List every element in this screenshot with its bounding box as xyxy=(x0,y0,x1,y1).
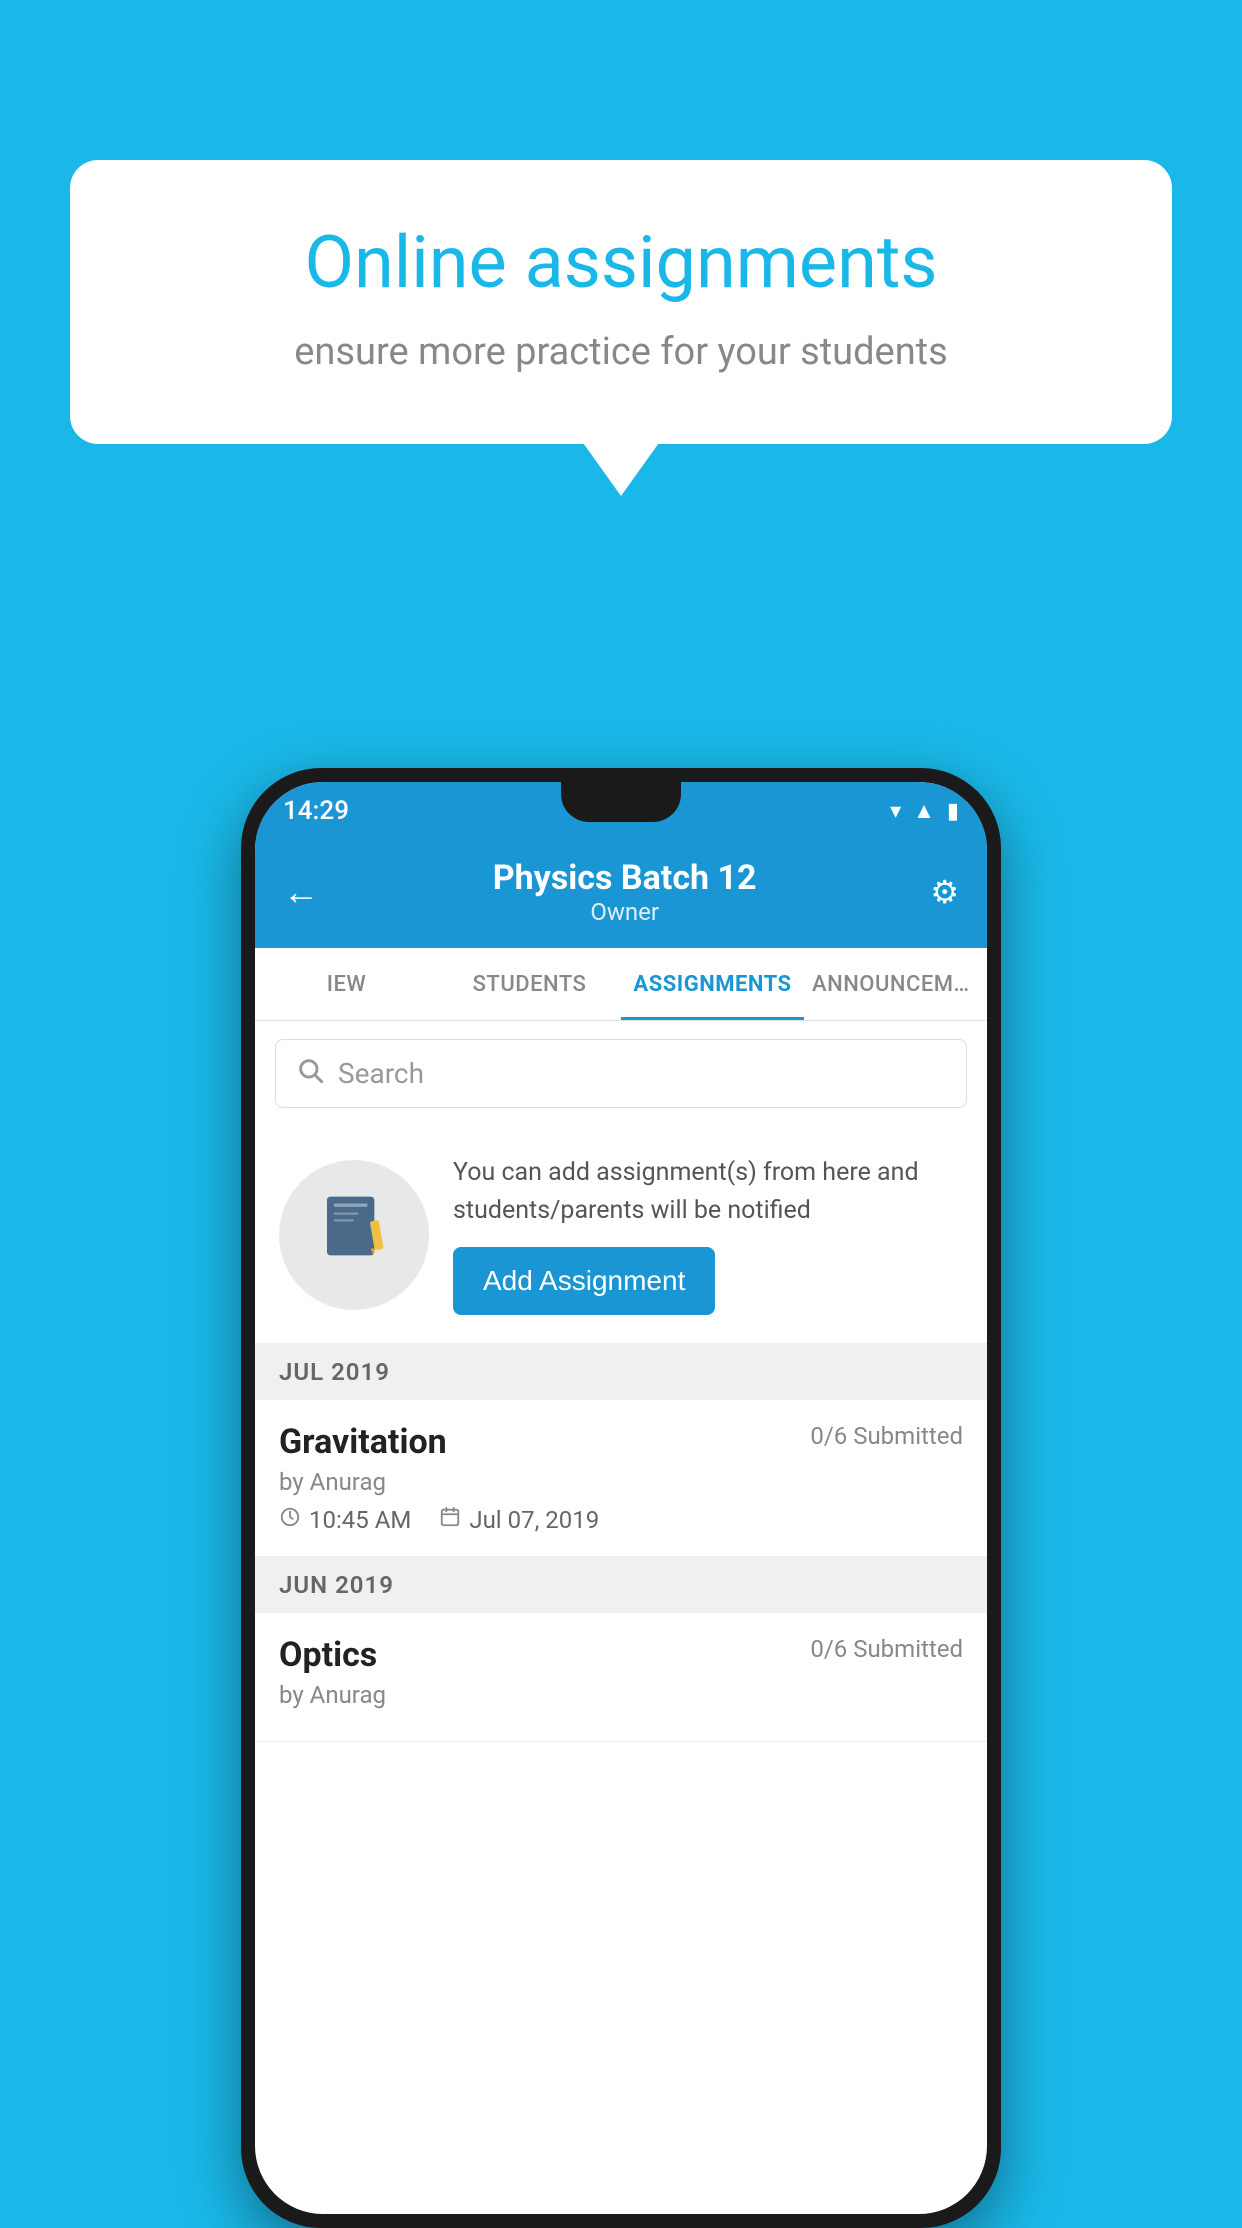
back-button[interactable]: ← xyxy=(283,871,319,913)
assignment-date-value: Jul 07, 2019 xyxy=(469,1506,599,1534)
status-time: 14:29 xyxy=(283,796,349,826)
clock-icon xyxy=(279,1506,301,1534)
assignment-by-gravitation: by Anurag xyxy=(279,1468,963,1496)
section-header-jun: JUN 2019 xyxy=(255,1557,987,1613)
bubble-subtitle: ensure more practice for your students xyxy=(140,330,1102,374)
tabs-bar: IEW STUDENTS ASSIGNMENTS ANNOUNCEMENTS xyxy=(255,948,987,1021)
settings-icon[interactable]: ⚙ xyxy=(930,873,959,911)
add-assignment-button[interactable]: Add Assignment xyxy=(453,1247,715,1315)
search-placeholder: Search xyxy=(338,1057,424,1090)
assignment-row1: Gravitation 0/6 Submitted xyxy=(279,1422,963,1462)
phone-frame: 14:29 ▾ ▲ ▮ ← Physics Batch 12 Owner ⚙ I… xyxy=(241,768,1001,2228)
bubble-title: Online assignments xyxy=(140,220,1102,306)
status-bar: 14:29 ▾ ▲ ▮ xyxy=(255,782,987,840)
assignment-meta-gravitation: 10:45 AM Jul 07, 2019 xyxy=(279,1506,963,1534)
tab-assignments[interactable]: ASSIGNMENTS xyxy=(621,948,804,1020)
tab-students[interactable]: STUDENTS xyxy=(438,948,621,1020)
calendar-icon xyxy=(439,1506,461,1534)
assignment-by-optics: by Anurag xyxy=(279,1681,963,1709)
speech-bubble-container: Online assignments ensure more practice … xyxy=(70,160,1172,444)
assignment-item-optics[interactable]: Optics 0/6 Submitted by Anurag xyxy=(255,1613,987,1742)
status-icons: ▾ ▲ ▮ xyxy=(890,798,959,824)
assignment-row1-optics: Optics 0/6 Submitted xyxy=(279,1635,963,1675)
battery-icon: ▮ xyxy=(947,799,959,824)
promo-icon-circle xyxy=(279,1160,429,1310)
promo-content: You can add assignment(s) from here and … xyxy=(453,1154,963,1315)
assignment-name-gravitation: Gravitation xyxy=(279,1422,447,1462)
promo-description: You can add assignment(s) from here and … xyxy=(453,1154,963,1229)
assignment-name-optics: Optics xyxy=(279,1635,377,1675)
tab-iew[interactable]: IEW xyxy=(255,948,438,1020)
notebook-icon xyxy=(318,1190,390,1280)
signal-icon: ▲ xyxy=(913,798,935,824)
assignment-submitted-gravitation: 0/6 Submitted xyxy=(810,1422,963,1450)
assignment-item-gravitation[interactable]: Gravitation 0/6 Submitted by Anurag 10:4… xyxy=(255,1400,987,1557)
search-bar[interactable]: Search xyxy=(275,1039,967,1108)
tab-announcements[interactable]: ANNOUNCEMENTS xyxy=(804,948,987,1020)
header-center: Physics Batch 12 Owner xyxy=(319,858,930,926)
add-assignment-promo: You can add assignment(s) from here and … xyxy=(255,1126,987,1344)
search-icon xyxy=(296,1056,324,1091)
app-header: ← Physics Batch 12 Owner ⚙ xyxy=(255,840,987,948)
header-subtitle: Owner xyxy=(319,898,930,926)
assignment-submitted-optics: 0/6 Submitted xyxy=(810,1635,963,1663)
speech-bubble: Online assignments ensure more practice … xyxy=(70,160,1172,444)
assignment-time: 10:45 AM xyxy=(279,1506,411,1534)
assignment-date: Jul 07, 2019 xyxy=(439,1506,599,1534)
header-title: Physics Batch 12 xyxy=(319,858,930,898)
phone-screen: 14:29 ▾ ▲ ▮ ← Physics Batch 12 Owner ⚙ I… xyxy=(255,782,987,2214)
assignment-time-value: 10:45 AM xyxy=(309,1506,411,1534)
search-container: Search xyxy=(255,1021,987,1126)
notch xyxy=(561,782,681,822)
wifi-icon: ▾ xyxy=(890,799,901,824)
section-header-jul: JUL 2019 xyxy=(255,1344,987,1400)
